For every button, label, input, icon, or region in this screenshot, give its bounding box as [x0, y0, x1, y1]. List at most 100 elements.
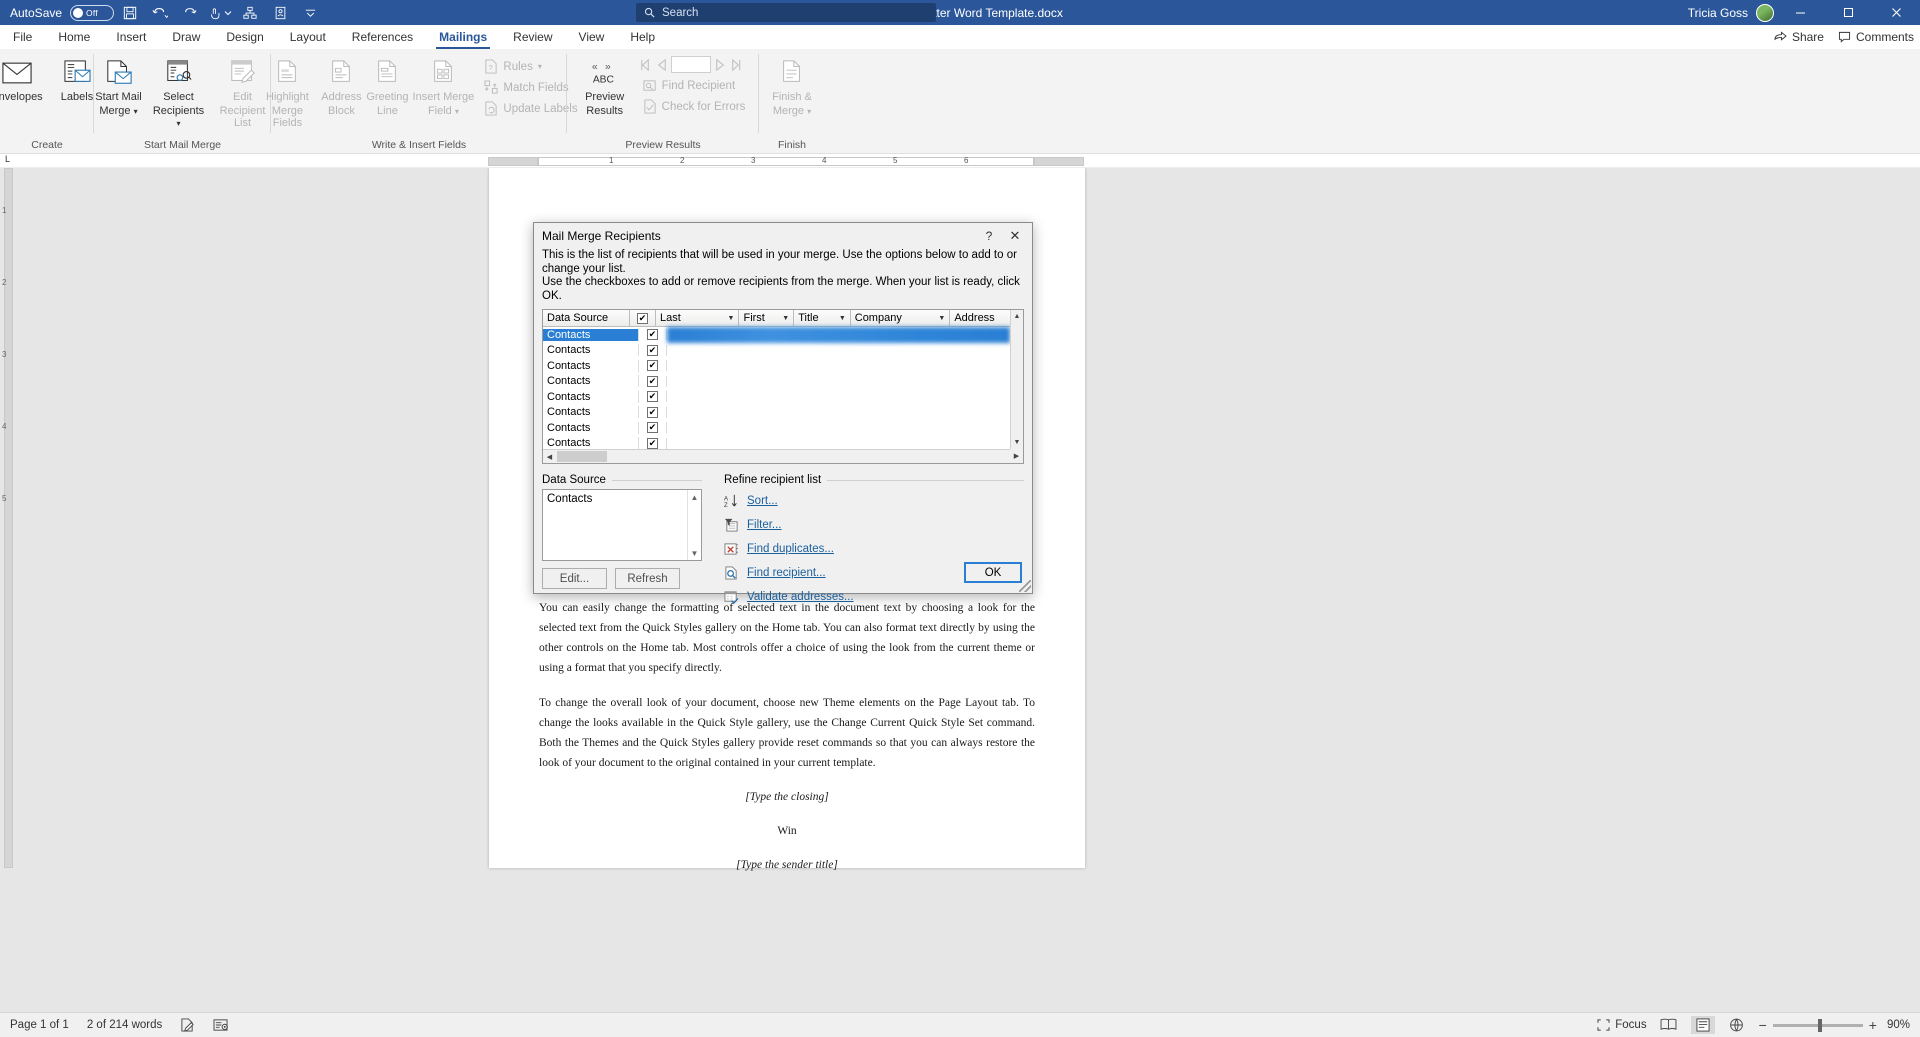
filter-link[interactable]: Filter...	[747, 519, 782, 531]
table-row[interactable]: Contacts ✔	[543, 405, 1010, 421]
horizontal-ruler[interactable]: 1 2 3 4 5 6 L	[0, 154, 1920, 168]
finish-and-merge-button[interactable]: Finish & Merge ▾	[761, 54, 823, 120]
data-source-scrollbar[interactable]: ▲ ▼	[687, 490, 701, 560]
organization-chart-icon[interactable]	[236, 0, 264, 25]
row-checkbox[interactable]: ✔	[647, 360, 658, 372]
tab-view[interactable]: View	[566, 25, 618, 49]
address-book-icon[interactable]	[266, 0, 294, 25]
find-duplicates-link-row[interactable]: Find duplicates...	[724, 542, 1024, 556]
data-source-listbox[interactable]: Contacts ▲ ▼	[542, 489, 702, 561]
filter-link-row[interactable]: Filter...	[724, 518, 1024, 532]
sort-link-row[interactable]: AZ Sort...	[724, 494, 1024, 508]
zoom-in-button[interactable]: +	[1869, 1017, 1877, 1033]
tab-stop-selector[interactable]: L	[5, 154, 10, 164]
help-icon[interactable]: ?	[976, 225, 1002, 247]
column-header-company[interactable]: Company ▼	[850, 310, 951, 326]
table-row[interactable]: Contacts ✔	[543, 389, 1010, 405]
row-checkbox[interactable]: ✔	[647, 437, 658, 449]
first-record-icon[interactable]	[639, 58, 653, 72]
table-row[interactable]: Contacts ✔	[543, 358, 1010, 374]
mail-merge-recipients-dialog[interactable]: Mail Merge Recipients ? ✕ This is the li…	[533, 222, 1033, 604]
greeting-line-button[interactable]: Greeting Line	[364, 54, 410, 120]
accessibility-checker-icon[interactable]	[213, 1018, 229, 1032]
customize-quick-access-icon[interactable]	[296, 0, 324, 25]
chevron-down-icon[interactable]: ▼	[839, 315, 846, 322]
scroll-down-icon[interactable]: ▼	[688, 546, 701, 560]
print-layout-icon[interactable]	[1690, 1016, 1715, 1034]
select-all-checkbox[interactable]: ✔	[637, 312, 649, 324]
ok-button[interactable]: OK	[964, 562, 1022, 583]
tab-design[interactable]: Design	[213, 25, 276, 49]
column-header-select-all[interactable]: ✔	[630, 310, 657, 326]
touch-mode-icon[interactable]	[206, 0, 234, 25]
proofing-errors-icon[interactable]	[180, 1018, 195, 1032]
close-icon[interactable]: ✕	[1002, 225, 1028, 247]
insert-merge-field-button[interactable]: Insert Merge Field ▾	[410, 54, 476, 120]
row-checkbox[interactable]: ✔	[647, 406, 658, 418]
tab-review[interactable]: Review	[500, 25, 565, 49]
word-count[interactable]: 2 of 214 words	[87, 1019, 162, 1031]
validate-addresses-link-row[interactable]: Validate addresses...	[724, 590, 1024, 604]
share-button[interactable]: Share	[1774, 30, 1824, 44]
data-source-item[interactable]: Contacts	[543, 490, 687, 560]
scroll-right-icon[interactable]: ▶	[1010, 449, 1023, 463]
refresh-button[interactable]: Refresh	[615, 568, 680, 589]
web-layout-icon[interactable]	[1725, 1016, 1749, 1034]
hscroll-thumb[interactable]	[557, 451, 607, 462]
table-row[interactable]: Contacts ✔	[543, 420, 1010, 436]
zoom-slider-track[interactable]	[1772, 1018, 1863, 1032]
redo-icon[interactable]	[176, 0, 204, 25]
row-checkbox[interactable]: ✔	[647, 391, 658, 403]
chevron-down-icon[interactable]: ▼	[728, 315, 735, 322]
autosave-toggle[interactable]: Off	[70, 4, 115, 21]
validate-addresses-link[interactable]: Validate addresses...	[747, 591, 854, 603]
tab-home[interactable]: Home	[45, 25, 103, 49]
document-body[interactable]: You can easily change the formatting of …	[539, 598, 1035, 889]
zoom-level[interactable]: 90%	[1887, 1019, 1910, 1031]
find-recipient-link[interactable]: Find recipient...	[747, 567, 826, 579]
highlight-merge-fields-button[interactable]: Highlight Merge Fields	[256, 54, 318, 132]
close-button[interactable]	[1874, 0, 1918, 25]
grid-horizontal-scrollbar[interactable]: ◀	[543, 449, 1010, 463]
scroll-up-icon[interactable]: ▲	[1011, 310, 1023, 323]
address-block-button[interactable]: Address Block	[318, 54, 364, 120]
focus-button[interactable]: Focus	[1597, 1019, 1647, 1031]
previous-record-icon[interactable]	[655, 58, 669, 72]
check-for-errors-button[interactable]: Check for Errors	[639, 96, 750, 117]
row-checkbox[interactable]: ✔	[647, 375, 658, 387]
zoom-out-button[interactable]: −	[1759, 1017, 1767, 1033]
table-row[interactable]: Contacts ✔	[543, 327, 1010, 343]
tab-draw[interactable]: Draw	[159, 25, 213, 49]
grid-vertical-scrollbar[interactable]: ▲ ▼	[1010, 310, 1023, 463]
edit-button[interactable]: Edit...	[542, 568, 607, 589]
search-box[interactable]: Search	[636, 3, 936, 22]
dialog-resize-handle[interactable]	[1019, 580, 1031, 592]
zoom-slider-thumb[interactable]	[1817, 1018, 1822, 1032]
column-header-last[interactable]: Last ▼	[656, 310, 740, 326]
record-number-input[interactable]	[670, 56, 711, 73]
user-name[interactable]: Tricia Goss	[1688, 6, 1748, 20]
table-row[interactable]: Contacts ✔	[543, 343, 1010, 359]
next-record-icon[interactable]	[713, 58, 727, 72]
row-checkbox[interactable]: ✔	[647, 344, 658, 356]
tab-mailings[interactable]: Mailings	[426, 25, 500, 49]
column-header-first[interactable]: First ▼	[739, 310, 795, 326]
find-duplicates-link[interactable]: Find duplicates...	[747, 543, 834, 555]
envelopes-button[interactable]: Envelopes	[0, 54, 47, 106]
select-recipients-button[interactable]: Select Recipients ▾	[149, 54, 209, 132]
chevron-down-icon[interactable]: ▼	[782, 315, 789, 322]
row-checkbox[interactable]: ✔	[647, 329, 658, 341]
chevron-down-icon[interactable]: ▼	[938, 315, 945, 322]
scroll-down-icon[interactable]: ▼	[1011, 436, 1023, 449]
start-mail-merge-button[interactable]: Start Mail Merge ▾	[89, 54, 149, 120]
tab-references[interactable]: References	[339, 25, 426, 49]
preview-results-button[interactable]: « » ABC Preview Results	[577, 54, 633, 120]
scroll-left-icon[interactable]: ◀	[543, 453, 556, 461]
zoom-control[interactable]: − +	[1759, 1017, 1877, 1033]
vertical-ruler[interactable]: 1 2 3 4 5	[0, 168, 18, 1012]
avatar[interactable]	[1756, 3, 1774, 22]
find-recipient-button[interactable]: Find Recipient	[639, 75, 750, 96]
recipients-grid[interactable]: Data Source ✔ Last ▼ First ▼ Title ▼ Com…	[542, 309, 1024, 464]
table-row[interactable]: Contacts ✔	[543, 374, 1010, 390]
column-header-title[interactable]: Title ▼	[794, 310, 851, 326]
